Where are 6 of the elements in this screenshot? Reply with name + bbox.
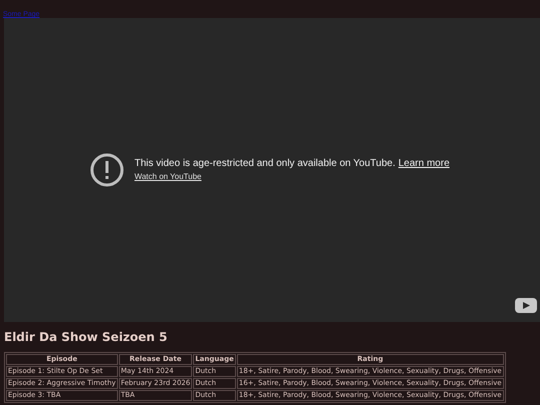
warning-icon <box>90 153 124 187</box>
page-heading: Eldir Da Show Seizoen 5 <box>4 331 168 343</box>
restriction-message: This video is age-restricted and only available on YouTube. <box>134 159 396 169</box>
play-logo-icon[interactable] <box>515 298 537 313</box>
watch-on-youtube-link[interactable]: Watch on YouTube <box>134 173 450 181</box>
learn-more-link[interactable]: Learn more <box>398 159 450 169</box>
